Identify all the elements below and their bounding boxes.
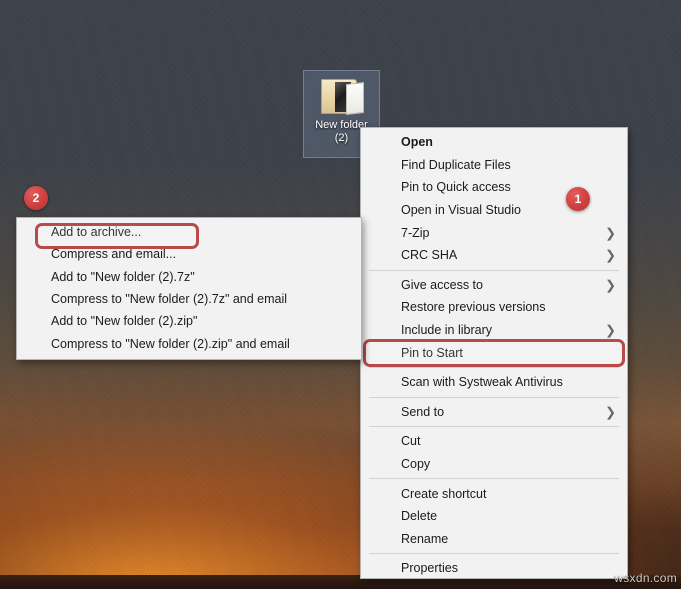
context-menu-separator bbox=[369, 426, 619, 428]
submenu-item-compress-and-email[interactable]: Compress and email... bbox=[17, 243, 361, 265]
context-menu-item-restore-previous-versions[interactable]: Restore previous versions bbox=[361, 296, 627, 319]
chevron-right-icon: ❯ bbox=[605, 277, 616, 293]
context-menu-item-crc-sha[interactable]: CRC SHA ❯ bbox=[361, 244, 627, 267]
submenu-item-label: Compress to "New folder (2).zip" and ema… bbox=[51, 336, 290, 351]
context-menu-item-label: Send to bbox=[401, 404, 445, 419]
step-badge-2: 2 bbox=[24, 186, 48, 210]
context-menu-item-label: Pin to Quick access bbox=[401, 180, 511, 195]
context-menu-item-label: 7-Zip bbox=[401, 225, 430, 240]
chevron-right-icon: ❯ bbox=[605, 225, 616, 241]
context-menu-separator bbox=[369, 553, 619, 555]
context-menu-item-label: Properties bbox=[401, 561, 458, 576]
submenu-item-label: Compress and email... bbox=[51, 247, 177, 262]
context-menu-item-label: Pin to Start bbox=[401, 345, 463, 360]
context-menu-item-label: Create shortcut bbox=[401, 486, 487, 501]
submenu-item-add-to-new-folder-2-zip[interactable]: Add to "New folder (2).zip" bbox=[17, 310, 361, 332]
context-menu-item-delete[interactable]: Delete bbox=[361, 505, 627, 528]
context-menu-item-label: Restore previous versions bbox=[401, 300, 546, 315]
submenu-item-label: Compress to "New folder (2).7z" and emai… bbox=[51, 292, 288, 307]
context-menu-item-send-to[interactable]: Send to ❯ bbox=[361, 401, 627, 424]
submenu-item-label: Add to "New folder (2).7z" bbox=[51, 269, 195, 284]
context-menu-item-create-shortcut[interactable]: Create shortcut bbox=[361, 482, 627, 505]
context-menu-item-label: Copy bbox=[401, 457, 431, 472]
context-menu-separator bbox=[369, 269, 619, 271]
context-menu-item-properties[interactable]: Properties bbox=[361, 557, 627, 580]
shield-icon bbox=[373, 375, 388, 390]
context-menu-item-label: Give access to bbox=[401, 277, 483, 292]
context-menu-item-7-zip[interactable]: 7-Zip ❯ bbox=[361, 221, 627, 244]
context-menu-item-label: Open in Visual Studio bbox=[401, 203, 521, 218]
submenu-item-list: Add to archive... Compress and email... Ad… bbox=[17, 221, 361, 355]
chevron-right-icon: ❯ bbox=[605, 247, 616, 263]
submenu-item-compress-to-new-folder-2-7z-and-email[interactable]: Compress to "New folder (2).7z" and emai… bbox=[17, 288, 361, 310]
context-menu-item-give-access-to[interactable]: Give access to ❯ bbox=[361, 274, 627, 297]
context-menu-item-find-duplicate-files[interactable]: Find Duplicate Files bbox=[361, 154, 627, 177]
context-menu-item-label: Rename bbox=[401, 531, 449, 546]
context-menu-item-label: Scan with Systweak Antivirus bbox=[401, 375, 563, 390]
chevron-right-icon: ❯ bbox=[605, 404, 616, 420]
folder-flap bbox=[345, 82, 364, 115]
folder-icon bbox=[319, 76, 365, 116]
context-menu-item-label: Find Duplicate Files bbox=[401, 157, 511, 172]
context-menu-item-scan-with-systweak-antivirus[interactable]: Scan with Systweak Antivirus bbox=[361, 371, 627, 394]
context-menu-separator bbox=[369, 478, 619, 480]
context-menu-item-copy[interactable]: Copy bbox=[361, 453, 627, 476]
context-menu-separator bbox=[369, 396, 619, 398]
context-menu-item-label: CRC SHA bbox=[401, 248, 458, 263]
context-menu-item-label: Open bbox=[401, 135, 433, 150]
7zip-submenu[interactable]: Add to archive... Compress and email... Ad… bbox=[16, 217, 362, 360]
submenu-item-compress-to-new-folder-2-zip-and-email[interactable]: Compress to "New folder (2).zip" and ema… bbox=[17, 332, 361, 354]
step-badge-1: 1 bbox=[566, 187, 590, 211]
context-menu-item-open[interactable]: Open bbox=[361, 131, 627, 154]
submenu-item-add-to-new-folder-2-7z[interactable]: Add to "New folder (2).7z" bbox=[17, 266, 361, 288]
submenu-item-add-to-archive[interactable]: Add to archive... bbox=[17, 221, 361, 243]
context-menu-item-pin-to-start[interactable]: Pin to Start bbox=[361, 341, 627, 364]
context-menu-item-label: Delete bbox=[401, 509, 438, 524]
submenu-item-label: Add to "New folder (2).zip" bbox=[51, 314, 198, 329]
submenu-item-label: Add to archive... bbox=[51, 225, 142, 240]
watermark: wsxdn.com bbox=[614, 571, 677, 585]
context-menu-item-include-in-library[interactable]: Include in library ❯ bbox=[361, 319, 627, 342]
context-menu-item-rename[interactable]: Rename bbox=[361, 528, 627, 551]
context-menu-item-cut[interactable]: Cut bbox=[361, 430, 627, 453]
context-menu-item-label: Include in library bbox=[401, 323, 493, 338]
chevron-right-icon: ❯ bbox=[605, 322, 616, 338]
context-menu-item-label: Cut bbox=[401, 434, 421, 449]
context-menu-separator bbox=[369, 366, 619, 368]
